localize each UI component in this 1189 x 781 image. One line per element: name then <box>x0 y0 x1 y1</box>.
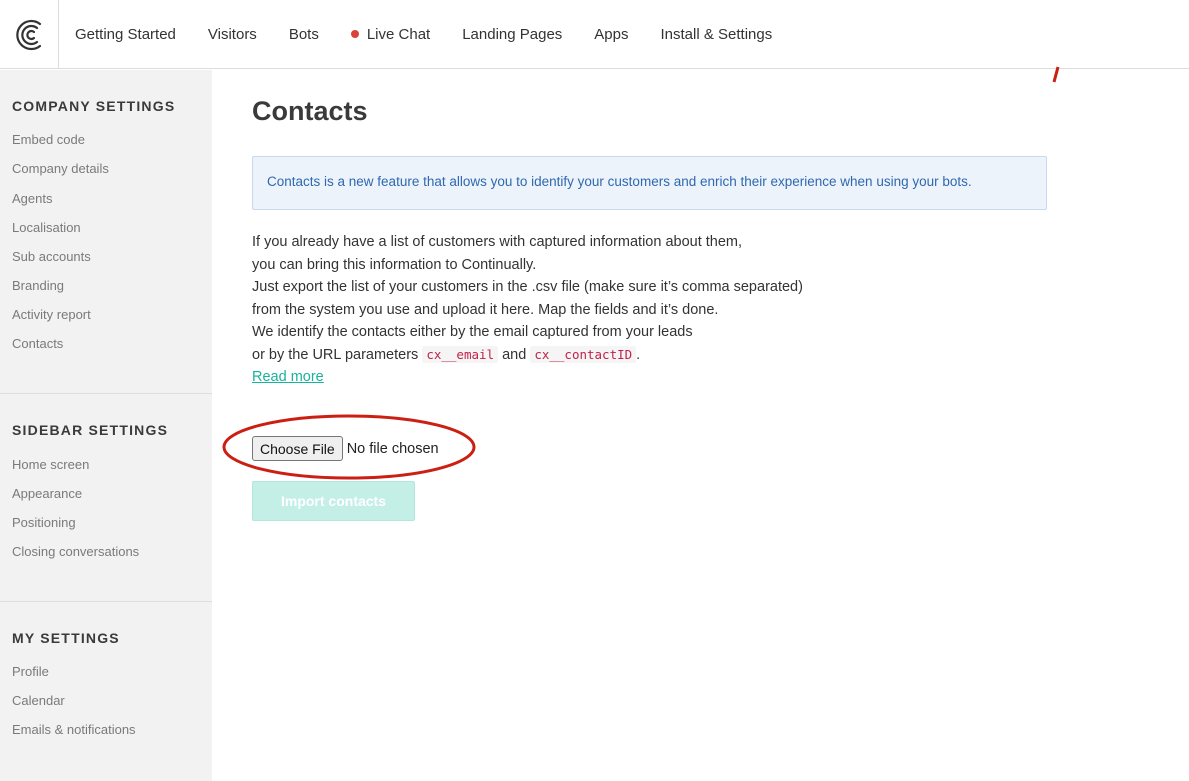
description-line: If you already have a list of customers … <box>252 234 743 250</box>
description-line: or by the URL parameters cx__email and c… <box>252 344 803 367</box>
info-banner: Contacts is a new feature that allows yo… <box>252 156 1047 210</box>
logo[interactable] <box>0 0 59 69</box>
nav-landing-pages[interactable]: Landing Pages <box>462 26 562 43</box>
nav-label: Apps <box>594 25 629 43</box>
top-navigation-bar: Getting Started Visitors Bots Live Chat … <box>0 0 1189 69</box>
sidebar-item-embed-code[interactable]: Embed code <box>12 132 85 147</box>
nav-label: Bots <box>288 25 319 43</box>
sidebar-item-emails-notifications[interactable]: Emails & notifications <box>12 722 136 737</box>
sidebar-item-calendar[interactable]: Calendar <box>12 693 65 708</box>
sidebar-item-agents[interactable]: Agents <box>12 191 52 206</box>
nav-apps[interactable]: Apps <box>594 26 628 43</box>
description-line: you can bring this information to Contin… <box>252 256 537 273</box>
info-banner-text: Contacts is a new feature that allows yo… <box>267 174 972 189</box>
continually-logo-icon <box>16 19 42 50</box>
sidebar-divider <box>0 601 212 602</box>
description-text: . <box>636 346 641 363</box>
file-upload-control: Choose File No file chosen <box>252 436 439 461</box>
annotation-mark <box>1052 66 1060 83</box>
sidebar-item-positioning[interactable]: Positioning <box>12 515 76 530</box>
page-title: Contacts <box>252 96 368 126</box>
description-line: We identify the contacts either by the e… <box>252 324 693 340</box>
sidebar-item-appearance[interactable]: Appearance <box>12 486 82 501</box>
choose-file-button[interactable]: Choose File <box>252 436 343 461</box>
sidebar-item-branding[interactable]: Branding <box>12 278 64 293</box>
read-more-link[interactable]: Read more <box>252 369 324 385</box>
settings-sidebar: COMPANY SETTINGS Embed code Company deta… <box>0 70 212 781</box>
sidebar-item-activity-report[interactable]: Activity report <box>12 307 91 322</box>
nav-label: Visitors <box>207 25 257 43</box>
nav-live-chat[interactable]: Live Chat <box>350 25 431 43</box>
description-text: and <box>502 346 527 363</box>
contacts-description: If you already have a list of customers … <box>252 231 803 389</box>
sidebar-item-localisation[interactable]: Localisation <box>12 220 81 235</box>
main-nav: Getting Started Visitors Bots Live Chat … <box>75 0 804 68</box>
description-text: or by the URL parameters <box>252 346 419 363</box>
section-title-company-settings: COMPANY SETTINGS <box>12 98 176 114</box>
sidebar-item-contacts[interactable]: Contacts <box>12 336 63 351</box>
nav-visitors[interactable]: Visitors <box>208 26 257 43</box>
sidebar-item-profile[interactable]: Profile <box>12 664 49 679</box>
sidebar-item-home-screen[interactable]: Home screen <box>12 457 89 472</box>
nav-label: Install & Settings <box>660 25 773 43</box>
nav-bots[interactable]: Bots <box>289 26 319 43</box>
code-cx-email: cx__email <box>422 345 499 363</box>
code-cx-contactid: cx__contactID <box>530 345 637 363</box>
nav-label: Getting Started <box>75 25 176 43</box>
nav-getting-started[interactable]: Getting Started <box>75 26 176 43</box>
section-title-my-settings: MY SETTINGS <box>12 630 120 646</box>
section-title-sidebar-settings: SIDEBAR SETTINGS <box>12 422 169 438</box>
nav-install-settings[interactable]: Install & Settings <box>661 26 773 43</box>
live-status-dot-icon <box>350 30 359 38</box>
sidebar-item-sub-accounts[interactable]: Sub accounts <box>12 249 91 264</box>
file-status-text: No file chosen <box>346 440 439 457</box>
import-contacts-button[interactable]: Import contacts <box>252 481 415 521</box>
sidebar-divider <box>0 393 212 394</box>
nav-label: Live Chat <box>366 25 431 43</box>
sidebar-item-company-details[interactable]: Company details <box>12 161 109 176</box>
description-line: Just export the list of your customers i… <box>252 279 803 295</box>
nav-label: Landing Pages <box>462 25 563 43</box>
description-line: from the system you use and upload it he… <box>252 301 719 318</box>
sidebar-item-closing-conversations[interactable]: Closing conversations <box>12 544 139 559</box>
